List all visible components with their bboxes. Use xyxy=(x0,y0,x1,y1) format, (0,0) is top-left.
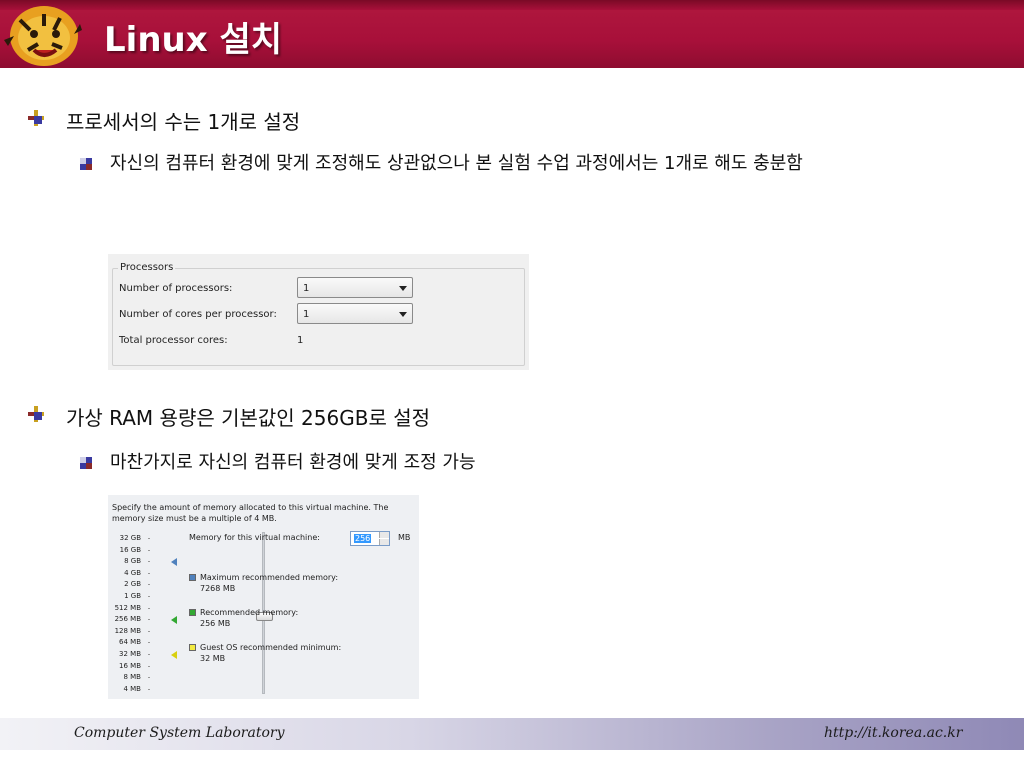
spin-up-icon[interactable] xyxy=(379,532,389,538)
guest-min-marker-icon xyxy=(171,651,177,659)
footer-url[interactable]: http://it.korea.ac.kr xyxy=(824,725,962,741)
guest-min-label: Guest OS recommended minimum: xyxy=(200,643,342,652)
total-cores-value: 1 xyxy=(297,335,304,346)
bullet-1-sub-text: 자신의 컴퓨터 환경에 맞게 조정해도 상관없으나 본 실험 수업 과정에서는 … xyxy=(110,153,803,174)
chevron-down-icon xyxy=(399,312,407,317)
memory-description: Specify the amount of memory allocated t… xyxy=(112,503,389,523)
title-bar: Linux 설치 xyxy=(0,0,1024,68)
memory-scale-tick-mark xyxy=(148,572,150,574)
spin-down-icon[interactable] xyxy=(379,539,389,545)
num-processors-value: 1 xyxy=(303,283,310,294)
num-processors-label: Number of processors: xyxy=(119,283,233,294)
memory-panel: Specify the amount of memory allocated t… xyxy=(108,495,419,699)
memory-scale-tick: 4 GB xyxy=(124,568,141,577)
memory-scale-tick: 1 GB xyxy=(124,592,141,600)
bullet-2-sub-text: 마찬가지로 자신의 컴퓨터 환경에 맞게 조정 가능 xyxy=(110,452,476,473)
memory-scale-tick-mark xyxy=(148,549,150,551)
memory-scale-tick: 32 MB xyxy=(119,650,141,658)
chevron-down-icon xyxy=(399,286,407,291)
memory-scale-tick: 512 MB xyxy=(114,603,141,612)
memory-scale-tick-mark xyxy=(148,596,150,597)
footer-bar: Computer System Laboratory http://it.kor… xyxy=(0,718,1024,750)
memory-scale-tick-mark xyxy=(148,688,150,690)
recommended-label: Recommended memory: xyxy=(200,608,299,617)
memory-scale-tick: 4 MB xyxy=(123,684,141,693)
sub-bullet-square-icon xyxy=(80,457,92,469)
cores-per-processor-select[interactable]: 1 xyxy=(297,303,413,324)
memory-scale-tick-mark xyxy=(148,677,150,679)
recommended-marker-icon xyxy=(171,616,177,624)
bullet-1-text: 프로세서의 수는 1개로 설정 xyxy=(66,110,301,134)
recommended-swatch-icon xyxy=(189,609,196,616)
bullet-2-text: 가상 RAM 용량은 기본값인 256GB로 설정 xyxy=(66,406,431,430)
bullet-diamond-icon xyxy=(28,110,44,126)
memory-spinbox[interactable]: 256 xyxy=(350,531,390,546)
memory-scale-tick-mark xyxy=(148,630,150,632)
memory-scale-tick: 16 GB xyxy=(119,545,141,554)
bullet-1-sub: 자신의 컴퓨터 환경에 맞게 조정해도 상관없으나 본 실험 수업 과정에서는 … xyxy=(80,145,1000,183)
processors-panel: Processors Number of processors: 1 Numbe… xyxy=(108,254,529,370)
memory-scale-tick: 128 MB xyxy=(114,626,141,635)
recommended-value: 256 MB xyxy=(200,619,231,628)
max-recommended-swatch-icon xyxy=(189,574,196,581)
memory-scale-tick-mark xyxy=(148,538,150,539)
memory-scale-tick-mark xyxy=(148,642,150,644)
bullet-diamond-icon xyxy=(28,406,44,422)
memory-scale-tick: 2 GB xyxy=(124,580,141,589)
total-cores-label: Total processor cores: xyxy=(119,335,228,346)
memory-field-label: Memory for this virtual machine: xyxy=(189,533,320,542)
memory-scale-tick: 32 GB xyxy=(119,534,141,542)
memory-scale-tick: 256 MB xyxy=(114,615,141,624)
memory-scale-tick-mark xyxy=(148,665,150,667)
processors-group-title: Processors xyxy=(118,262,176,273)
memory-unit: MB xyxy=(398,533,411,542)
memory-scale-tick: 8 MB xyxy=(123,673,141,682)
guest-min-swatch-icon xyxy=(189,644,196,651)
guest-min-value: 32 MB xyxy=(200,654,226,663)
cores-per-processor-label: Number of cores per processor: xyxy=(119,309,277,320)
bullet-2-sub: 마찬가지로 자신의 컴퓨터 환경에 맞게 조정 가능 xyxy=(80,444,1000,482)
memory-scale-tick-mark xyxy=(148,654,150,655)
memory-scale-tick-mark xyxy=(148,607,150,609)
sub-bullet-square-icon xyxy=(80,158,92,170)
memory-scale-tick: 8 GB xyxy=(124,557,141,566)
max-recommended-label: Maximum recommended memory: xyxy=(200,573,339,582)
max-recommended-marker-icon xyxy=(171,558,177,566)
memory-value: 256 xyxy=(354,534,372,543)
memory-scale-tick-mark xyxy=(148,561,150,563)
max-recommended-value: 7268 MB xyxy=(200,584,236,593)
bullet-2: 가상 RAM 용량은 기본값인 256GB로 설정 xyxy=(28,402,431,431)
num-processors-select[interactable]: 1 xyxy=(297,277,413,298)
slide-title: Linux 설치 xyxy=(104,20,283,60)
memory-scale-tick-mark xyxy=(148,584,150,586)
footer-lab-name: Computer System Laboratory xyxy=(74,725,285,741)
bullet-1: 프로세서의 수는 1개로 설정 xyxy=(28,106,301,135)
title-bar-topline xyxy=(0,0,1024,10)
memory-scale-tick: 64 MB xyxy=(119,638,141,647)
cores-per-processor-value: 1 xyxy=(303,309,310,320)
memory-scale-tick: 16 MB xyxy=(119,661,141,670)
tiger-logo-icon xyxy=(4,6,82,66)
memory-scale-tick-mark xyxy=(148,619,150,621)
